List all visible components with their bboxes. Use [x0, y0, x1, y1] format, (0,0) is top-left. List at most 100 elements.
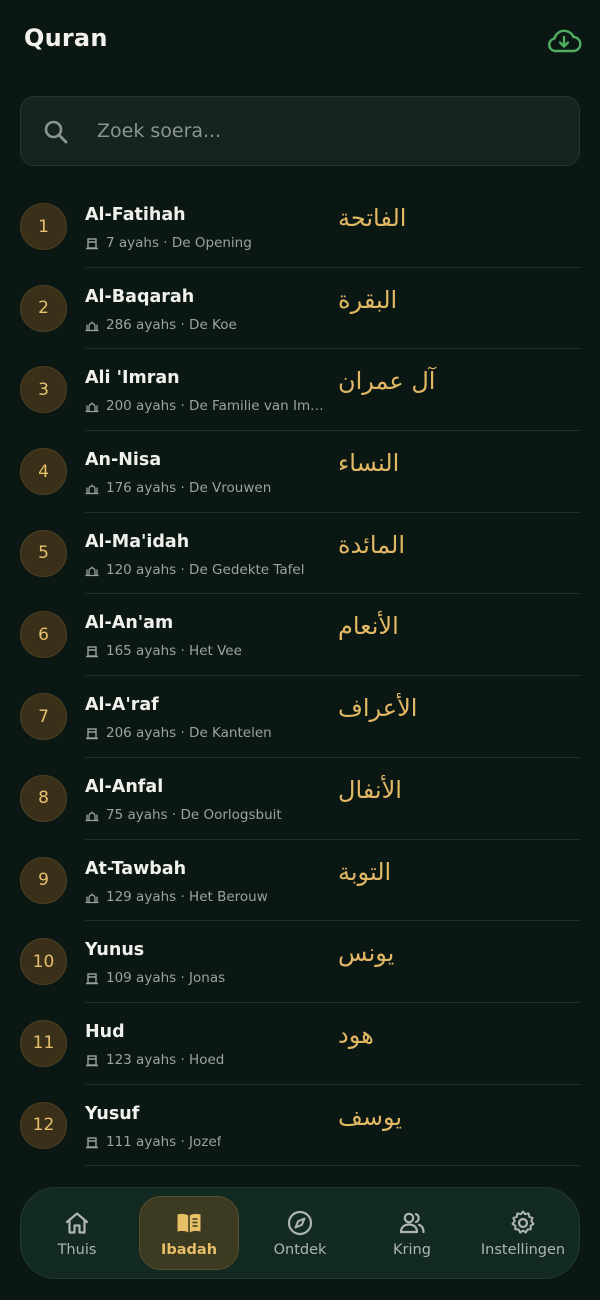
nav-item-thuis[interactable]: Thuis [27, 1196, 127, 1270]
surah-row[interactable]: 9 At-Tawbah 129 ayahs · Het Berouw التوبة [0, 840, 600, 922]
surah-meta: 120 ayahs · De Gedekte Tafel [85, 561, 325, 579]
surah-meta: 206 ayahs · De Kantelen [85, 724, 325, 742]
surah-name: Al-A'raf [85, 695, 159, 716]
compass-icon [287, 1210, 313, 1235]
surah-number-badge: 5 [20, 529, 67, 577]
surah-arabic-name: آل عمران [338, 367, 436, 396]
surah-arabic-name: التوبة [338, 857, 392, 886]
kaaba-icon [86, 238, 98, 250]
surah-meta-text: 109 ayahs · Jonas [106, 970, 226, 987]
surah-name: Yunus [85, 940, 145, 961]
surah-meta-text: 176 ayahs · De Vrouwen [106, 480, 272, 497]
cloud-download-icon [548, 29, 582, 53]
search-input[interactable] [97, 111, 557, 151]
surah-meta: 75 ayahs · De Oorlogsbuit [85, 806, 325, 824]
surah-arabic-name: الأعراف [338, 694, 418, 723]
book-icon [177, 1213, 201, 1232]
surah-name: Hud [85, 1021, 125, 1042]
surah-meta-text: 129 ayahs · Het Berouw [106, 888, 268, 905]
surah-row[interactable]: 5 Al-Ma'idah 120 ayahs · De Gedekte Tafel ا… [0, 513, 600, 595]
page-title: Quran [24, 24, 108, 52]
surah-name: An-Nisa [85, 450, 162, 471]
surah-number-badge: 3 [20, 366, 67, 414]
mosque-icon [85, 484, 99, 495]
mosque-icon [85, 321, 99, 331]
surah-row[interactable]: 6 Al-An'am 165 ayahs · Het Vee الأنعام [0, 594, 600, 677]
surah-meta-text: 206 ayahs · De Kantelen [106, 725, 272, 742]
surah-arabic-name: الأنعام [338, 612, 399, 641]
row-divider [85, 1165, 580, 1167]
surah-meta: 111 ayahs · Jozef [85, 1133, 325, 1151]
nav-label: Instellingen [480, 1241, 566, 1258]
nav-label: Ontdek [273, 1241, 327, 1258]
nav-label: Thuis [57, 1241, 97, 1258]
surah-meta: 165 ayahs · Het Vee [85, 642, 325, 660]
surah-meta: 129 ayahs · Het Berouw [85, 888, 325, 906]
surah-meta-text: 7 ayahs · De Opening [106, 235, 252, 251]
kaaba-icon [86, 1136, 98, 1148]
nav-label: Kring [393, 1241, 431, 1258]
surah-number-badge: 8 [20, 774, 67, 822]
surah-name: Al-Ma'idah [85, 531, 190, 552]
surah-meta: 109 ayahs · Jonas [85, 969, 325, 987]
surah-list: 1 Al-Fatihah 7 ayahs · De Opening الفاتحة 2 A… [0, 186, 600, 1167]
kaaba-icon [86, 728, 98, 740]
mosque-icon [85, 811, 99, 821]
surah-arabic-name: يوسف [338, 1102, 403, 1131]
surah-number-badge: 2 [20, 284, 67, 332]
nav-item-ibadah[interactable]: Ibadah [139, 1196, 239, 1270]
download-button[interactable] [544, 24, 584, 58]
surah-arabic-name: يونس [338, 939, 395, 968]
surah-row[interactable]: 1 Al-Fatihah 7 ayahs · De Opening الفاتحة [0, 186, 600, 268]
surah-meta-text: 75 ayahs · De Oorlogsbuit [106, 806, 282, 823]
surah-row[interactable]: 10 Yunus 109 ayahs · Jonas يونس [0, 921, 600, 1003]
surah-arabic-name: الأنفال [338, 775, 402, 804]
surah-meta-text: 286 ayahs · De Koe [106, 316, 237, 333]
app-header: Quran [0, 0, 600, 84]
surah-meta: 7 ayahs · De Opening [85, 234, 325, 252]
kaaba-icon [86, 1055, 98, 1067]
nav-item-kring[interactable]: Kring [362, 1196, 462, 1270]
surah-meta: 176 ayahs · De Vrouwen [85, 479, 325, 497]
surah-name: Al-An'am [85, 613, 174, 634]
surah-meta: 123 ayahs · Hoed [85, 1051, 325, 1069]
surah-arabic-name: هود [338, 1020, 374, 1049]
surah-meta-text: 111 ayahs · Jozef [106, 1133, 222, 1150]
surah-row[interactable]: 3 Ali 'Imran 200 ayahs · De Familie van Im… [0, 349, 600, 432]
surah-name: Yusuf [85, 1103, 140, 1124]
surah-arabic-name: الفاتحة [338, 204, 407, 232]
home-icon [65, 1211, 89, 1234]
surah-number-badge: 7 [20, 693, 67, 741]
surah-row[interactable]: 8 Al-Anfal 75 ayahs · De Oorlogsbuit الأنفا… [0, 758, 600, 840]
surah-name: Al-Fatihah [85, 205, 186, 225]
surah-row[interactable]: 2 Al-Baqarah 286 ayahs · De Koe البقرة [0, 268, 600, 350]
surah-row[interactable]: 12 Yusuf 111 ayahs · Jozef يوسف [0, 1085, 600, 1167]
surah-meta-text: 123 ayahs · Hoed [106, 1051, 225, 1068]
surah-name: Al-Anfal [85, 776, 164, 797]
surah-name: Ali 'Imran [85, 368, 180, 389]
search-bar[interactable] [20, 96, 580, 166]
surah-number-badge: 9 [20, 856, 67, 904]
surah-row[interactable]: 7 Al-A'raf 206 ayahs · De Kantelen الأعراف [0, 676, 600, 758]
surah-meta-text: 120 ayahs · De Gedekte Tafel [106, 561, 305, 578]
surah-row[interactable]: 4 An-Nisa 176 ayahs · De Vrouwen النساء [0, 431, 600, 513]
search-icon [44, 120, 68, 144]
surah-arabic-name: المائدة [338, 530, 406, 559]
gear-icon [511, 1210, 535, 1234]
surah-arabic-name: النساء [338, 449, 400, 478]
surah-number-badge: 6 [20, 611, 67, 659]
bottom-nav: Thuis Ibadah Ontdek Kring Instellingen [20, 1187, 580, 1279]
mosque-icon [85, 566, 99, 576]
mosque-icon [85, 892, 99, 903]
surah-meta: 200 ayahs · De Familie van Imr… [85, 397, 325, 415]
nav-item-ontdek[interactable]: Ontdek [250, 1196, 350, 1270]
nav-label: Ibadah [160, 1241, 218, 1258]
surah-number-badge: 12 [20, 1101, 67, 1149]
nav-item-instellingen[interactable]: Instellingen [473, 1196, 573, 1270]
mosque-icon [85, 402, 99, 413]
people-icon [399, 1212, 425, 1233]
surah-number-badge: 11 [20, 1019, 67, 1067]
kaaba-icon [86, 646, 98, 658]
surah-meta: 286 ayahs · De Koe [85, 316, 325, 334]
surah-row[interactable]: 11 Hud 123 ayahs · Hoed هود [0, 1003, 600, 1085]
